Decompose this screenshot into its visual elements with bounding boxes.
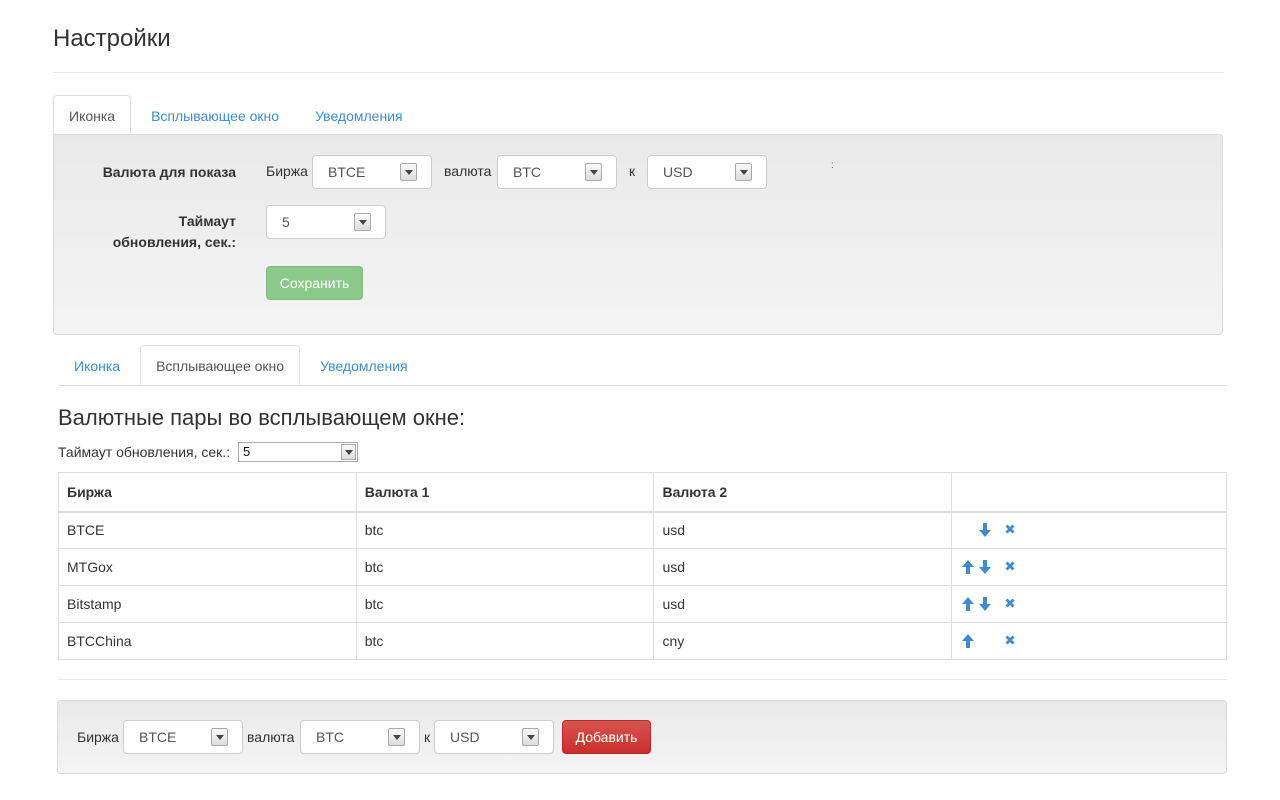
add-exchange-select[interactable]: BTCE [123,720,243,754]
settings-tabs-top: Иконка Всплывающее окно Уведомления [53,95,423,135]
page-title: Настройки [53,25,171,52]
cell-actions [951,622,1227,660]
add-exchange-value: BTCE [139,729,177,745]
popup-timeout-value: 5 [243,444,251,459]
tab-popup[interactable]: Всплывающее окно [135,95,295,135]
popup-timeout-label: Таймаут обновления, сек.: [58,444,231,460]
remove-icon-glyph [1005,598,1015,608]
icon-to-currency-select[interactable]: USD [647,155,767,189]
cell-actions [951,548,1227,586]
tab-notifications[interactable]: Уведомления [299,95,419,135]
tab-icon[interactable]: Иконка [58,345,136,385]
icon-timeout-select[interactable]: 5 [266,205,386,239]
column-header-currency1: Валюта 1 [355,472,655,513]
cell-currency2: usd [653,585,953,623]
timeout-label-line1: Таймаут [178,213,236,229]
icon-to-currency-value: USD [663,164,693,180]
icon-currency-value: BTC [513,164,541,180]
arrow-up-icon-glyph [962,633,975,648]
column-header-currency2: Валюта 2 [653,472,953,513]
title-divider [53,72,1224,73]
cell-currency1: btc [355,548,655,586]
chevron-down-icon [522,728,539,746]
tabs-divider [58,385,1227,386]
arrow-down-icon[interactable] [979,559,995,576]
table-row: BTCChina btc cny [58,622,1227,660]
arrow-down-icon[interactable] [979,596,995,613]
cell-currency2: usd [653,511,953,549]
add-button[interactable]: Добавить [562,720,651,754]
cell-actions [951,585,1227,623]
tab-popup[interactable]: Всплывающее окно [140,345,301,385]
cell-currency1: btc [355,622,655,660]
chevron-down-icon [585,163,602,181]
add-currency-value: BTC [316,729,344,745]
cell-currency2: cny [653,622,953,660]
currency-word-label: валюта [444,163,492,179]
popup-timeout-select[interactable]: 5 [238,442,358,462]
remove-icon[interactable] [1004,597,1020,613]
add-currency-select[interactable]: BTC [300,720,420,754]
column-header-actions [951,472,1227,513]
icon-exchange-select[interactable]: BTCE [312,155,432,189]
remove-icon[interactable] [1004,634,1020,650]
cell-currency1: btc [355,585,655,623]
timeout-label-line2: обновления, сек.: [112,234,236,250]
arrow-up-icon-glyph [962,559,975,574]
chevron-down-icon [735,163,752,181]
save-button[interactable]: Сохранить [266,266,363,300]
arrow-down-icon-glyph [979,559,992,574]
add-currency-word-label: валюта [247,729,295,745]
tab-notifications[interactable]: Уведомления [304,345,424,385]
arrow-down-icon-glyph [979,596,992,611]
chevron-down-icon [211,728,228,746]
remove-icon-glyph [1005,635,1015,645]
currency-pairs-table: Биржа Валюта 1 Валюта 2 BTCE btc usd MTGox b… [58,472,1227,660]
cell-exchange: BTCChina [58,622,357,660]
add-to-currency-value: USD [450,729,480,745]
chevron-down-icon [341,444,356,460]
cell-currency1: btc [355,511,655,549]
table-row: BTCE btc usd [58,511,1227,549]
cell-currency2: usd [653,548,953,586]
arrow-up-icon[interactable] [962,633,978,650]
table-row: Bitstamp btc usd [58,585,1227,623]
chevron-down-icon [354,213,371,231]
display-currency-label: Валюта для показа [102,164,236,180]
arrow-up-icon[interactable] [962,596,978,613]
add-to-word-label: к [424,729,431,745]
arrow-down-icon[interactable] [979,522,995,539]
settings-tabs-popup: Иконка Всплывающее окно Уведомления [58,345,428,385]
icon-currency-select[interactable]: BTC [497,155,617,189]
column-header-exchange: Биржа [58,472,357,513]
cell-exchange: Bitstamp [58,585,357,623]
table-header-row: Биржа Валюта 1 Валюта 2 [58,472,1227,513]
cell-actions [951,511,1227,549]
arrow-up-icon[interactable] [962,559,978,576]
arrow-down-icon-glyph [979,522,992,537]
icon-timeout-value: 5 [282,214,290,230]
chevron-down-icon [388,728,405,746]
section-heading: Валютные пары во всплывающем окне: [58,405,466,430]
add-to-currency-select[interactable]: USD [434,720,554,754]
chevron-down-icon [400,163,417,181]
table-row: MTGox btc usd [58,548,1227,586]
section-divider [58,679,1227,680]
to-word-label: к [629,163,636,179]
remove-icon[interactable] [1004,560,1020,576]
add-exchange-label: Биржа [77,729,119,745]
icon-exchange-value: BTCE [328,164,366,180]
exchange-label: Биржа [266,163,308,179]
cell-exchange: MTGox [58,548,357,586]
stray-colon: : [831,160,834,171]
cell-exchange: BTCE [58,511,357,549]
remove-icon-glyph [1005,561,1015,571]
tab-icon[interactable]: Иконка [53,95,132,135]
remove-icon[interactable] [1004,523,1020,539]
remove-icon-glyph [1005,524,1015,534]
arrow-up-icon-glyph [962,596,975,611]
